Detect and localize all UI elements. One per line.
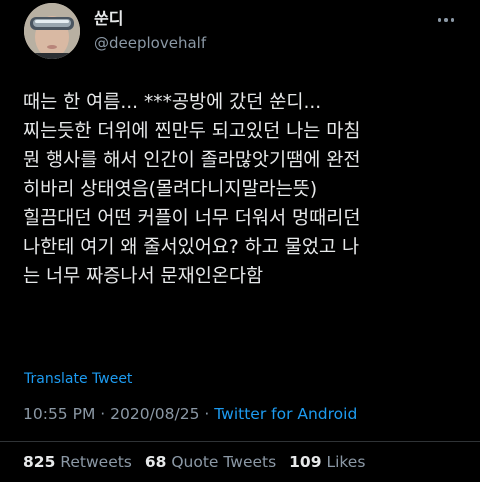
retweets-stat[interactable]: 825 Retweets <box>23 453 132 471</box>
author-block[interactable]: 쑨디 @deeplovehalf <box>94 8 206 54</box>
avatar-photo <box>24 3 80 59</box>
meta-separator: · <box>100 405 111 423</box>
tweet: 쑨디 @deeplovehalf 때는 한 여름... ***공방에 갔던 쑨디… <box>0 0 480 482</box>
display-name[interactable]: 쑨디 <box>94 8 206 30</box>
quote-tweets-count: 68 <box>144 453 167 471</box>
more-options-button[interactable] <box>432 8 460 32</box>
quote-tweets-label: Quote Tweets <box>171 453 277 471</box>
username-handle[interactable]: @deeplovehalf <box>94 32 206 54</box>
tweet-source-link[interactable]: Twitter for Android <box>214 405 357 423</box>
tweet-text-line: 찌는듯한 더위에 찐만두 되고있던 나는 마침 <box>23 121 361 142</box>
quote-tweets-stat[interactable]: 68 Quote Tweets <box>145 453 276 471</box>
likes-stat[interactable]: 109 Likes <box>289 453 365 471</box>
translate-tweet-link[interactable]: Translate Tweet <box>24 369 132 389</box>
tweet-text-line: 때는 한 여름... ***공방에 갔던 쑨디... <box>23 92 322 113</box>
meta-separator: · <box>204 405 215 423</box>
more-horizontal-icon <box>437 18 442 22</box>
tweet-date[interactable]: 2020/08/25 <box>110 405 199 423</box>
engagement-stats: 825 Retweets 68 Quote Tweets 109 Likes <box>23 451 373 473</box>
likes-count: 109 <box>289 453 322 471</box>
tweet-text-line: 히바리 상태엿음(몰려다니지말라는뜻) <box>23 179 318 200</box>
tweet-text-line: 뭔 행사를 해서 인간이 졸라많앗기땜에 완전 <box>23 150 361 171</box>
tweet-text: 때는 한 여름... ***공방에 갔던 쑨디... 찌는듯한 더위에 찐만두 … <box>23 88 468 291</box>
likes-label: Likes <box>326 453 366 471</box>
avatar[interactable] <box>24 3 80 59</box>
tweet-text-line: 나한테 여기 왜 줄서있어요? 하고 물었고 나 <box>23 237 360 258</box>
tweet-metadata: 10:55 PM · 2020/08/25 · Twitter for Andr… <box>23 403 357 425</box>
tweet-text-line: 는 너무 짜증나서 문재인온다함 <box>23 266 264 287</box>
tweet-time[interactable]: 10:55 PM <box>23 405 95 423</box>
retweets-count: 825 <box>23 453 56 471</box>
tweet-text-line: 힐끔대던 어떤 커플이 너무 더워서 멍때리던 <box>23 208 361 229</box>
retweets-label: Retweets <box>60 453 132 471</box>
divider <box>0 441 480 442</box>
